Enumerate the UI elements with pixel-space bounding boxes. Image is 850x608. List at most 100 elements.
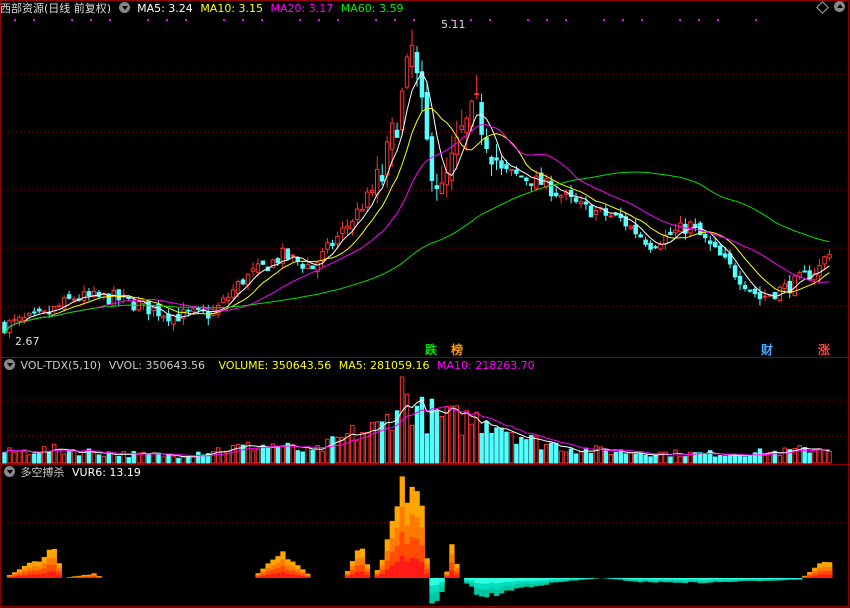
stock-title[interactable]: 西部资源(日线 前复权) bbox=[0, 2, 111, 15]
candle bbox=[459, 125, 464, 130]
candle bbox=[668, 231, 673, 235]
bear-bar bbox=[682, 578, 689, 580]
bull-bar bbox=[86, 577, 92, 578]
volume-bar bbox=[454, 405, 460, 464]
volume-bar bbox=[504, 431, 509, 464]
volume-bar bbox=[22, 449, 27, 464]
marker-dot bbox=[299, 19, 301, 21]
bull-bar bbox=[449, 570, 455, 578]
volume-bar bbox=[817, 448, 822, 464]
candle bbox=[394, 129, 400, 138]
marker-dot bbox=[261, 19, 263, 21]
volume-bar bbox=[27, 454, 32, 464]
volume-bar bbox=[568, 448, 574, 464]
volume-bar bbox=[807, 452, 812, 464]
bull-bar bbox=[11, 576, 18, 578]
bear-bar bbox=[573, 578, 579, 579]
marker-cai[interactable]: 财 bbox=[760, 343, 774, 357]
bear-bar bbox=[464, 578, 470, 580]
bull-bear-collapse-icon[interactable] bbox=[4, 466, 15, 477]
volume-bar bbox=[409, 424, 415, 464]
bull-bar bbox=[56, 574, 62, 578]
marker-dot bbox=[413, 19, 415, 21]
volume-bar bbox=[265, 446, 271, 464]
ma5-label: MA5: 3.24 bbox=[137, 2, 193, 15]
bear-bar bbox=[439, 578, 445, 583]
marker-dot bbox=[622, 19, 624, 21]
volume-bar bbox=[703, 452, 708, 464]
marker-dot bbox=[33, 19, 35, 21]
volume-bar bbox=[384, 414, 390, 464]
stock-chart[interactable] bbox=[0, 0, 850, 608]
candle bbox=[747, 289, 753, 292]
candle bbox=[737, 275, 743, 285]
candle bbox=[295, 257, 300, 262]
volume-ma5-label: MA5: 281059.16 bbox=[338, 359, 430, 372]
volume-bar bbox=[37, 453, 42, 464]
volume-bar bbox=[126, 457, 131, 464]
volume-bar bbox=[46, 451, 52, 464]
volume-bar bbox=[633, 453, 638, 464]
volume-bar bbox=[822, 449, 827, 464]
marker-zhang[interactable]: 涨 bbox=[817, 343, 831, 357]
bull-bar bbox=[295, 575, 301, 578]
candle bbox=[504, 164, 509, 169]
bull-bar bbox=[409, 557, 415, 578]
marker-dot bbox=[641, 19, 643, 21]
volume-bar bbox=[71, 450, 77, 464]
candle bbox=[827, 253, 832, 259]
marker-dot bbox=[14, 19, 16, 21]
vvol-label: VVOL: 350643.56 bbox=[108, 359, 206, 372]
bull-bar bbox=[414, 558, 420, 578]
candle bbox=[206, 311, 211, 319]
volume-bar bbox=[722, 455, 728, 464]
candle bbox=[573, 197, 579, 202]
volume-bar bbox=[300, 451, 305, 464]
candle bbox=[782, 283, 788, 290]
bull-bear-name[interactable]: 多空搏杀 bbox=[21, 466, 65, 479]
bear-bar bbox=[702, 578, 709, 580]
volume-bar bbox=[101, 455, 107, 464]
volume-bar bbox=[608, 453, 614, 464]
candle bbox=[409, 44, 415, 67]
bull-bar bbox=[349, 574, 356, 578]
candle bbox=[707, 240, 713, 245]
bull-bar bbox=[419, 562, 425, 578]
volume-bar bbox=[161, 456, 166, 464]
volume-bar bbox=[648, 456, 653, 464]
volume-bar bbox=[355, 440, 360, 464]
candle bbox=[509, 169, 514, 172]
volume-bar bbox=[653, 454, 658, 464]
candle bbox=[722, 253, 728, 258]
marker-dot bbox=[755, 19, 757, 21]
bull-bar bbox=[399, 555, 405, 578]
candle bbox=[260, 260, 266, 265]
volume-bar bbox=[777, 455, 783, 464]
ma5-line bbox=[4, 71, 830, 334]
candle bbox=[370, 190, 375, 193]
volume-bar bbox=[484, 421, 489, 464]
volume-bar bbox=[171, 455, 176, 464]
bull-bar bbox=[81, 577, 87, 578]
candle bbox=[146, 300, 151, 315]
marker-dot bbox=[90, 19, 92, 21]
volume-collapse-icon[interactable] bbox=[4, 359, 15, 370]
volume-bar bbox=[315, 445, 320, 464]
collapse-icon[interactable] bbox=[834, 1, 845, 12]
candle bbox=[250, 268, 256, 272]
volume-bar bbox=[464, 410, 469, 464]
candle bbox=[379, 175, 385, 182]
candle bbox=[191, 308, 196, 313]
bear-bar bbox=[553, 578, 559, 580]
marker-die[interactable]: 跌 bbox=[424, 343, 438, 357]
candle bbox=[330, 242, 335, 247]
marker-dot bbox=[565, 19, 567, 21]
marker-bang[interactable]: 榜 bbox=[450, 343, 464, 357]
candle bbox=[489, 156, 494, 165]
bull-bear-header: 多空搏杀 VUR6: 13.19 bbox=[0, 465, 145, 481]
bull-bar bbox=[46, 571, 53, 578]
ma-dropdown-icon[interactable] bbox=[118, 2, 130, 13]
volume-indicator-name[interactable]: VOL-TDX(5,10) bbox=[21, 359, 102, 372]
marker-dot bbox=[166, 19, 168, 21]
marker-dot bbox=[109, 19, 111, 21]
